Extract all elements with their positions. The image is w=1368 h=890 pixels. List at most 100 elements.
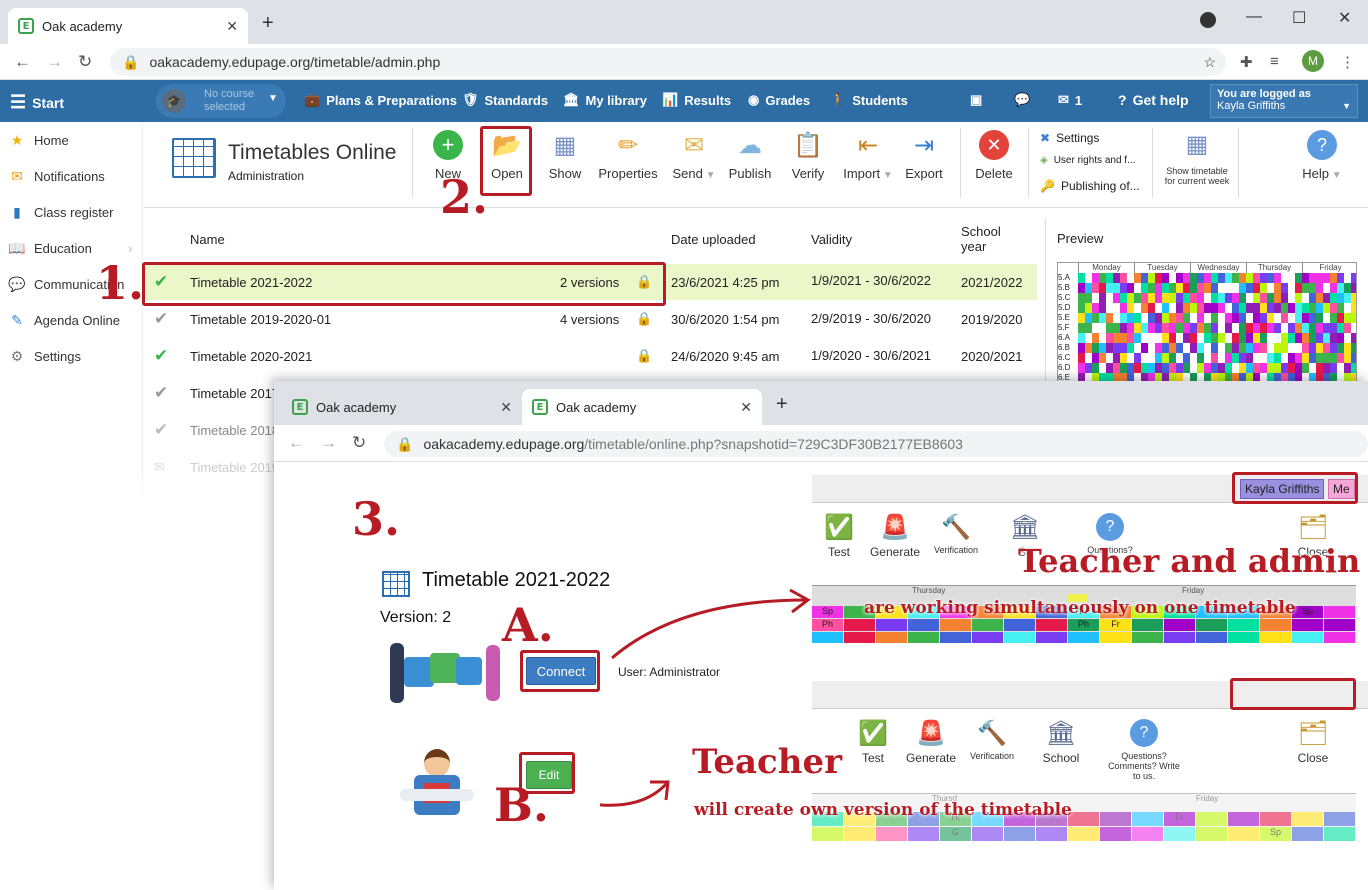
library-icon: 🏛 [563, 92, 580, 107]
preview-class: 5.D [1058, 303, 1071, 312]
close-tab-icon[interactable]: ✕ [740, 399, 752, 416]
profile-menu-icon[interactable] [1200, 12, 1216, 28]
show-button[interactable]: ▦ Show [535, 128, 595, 182]
import-button[interactable]: ⇤ Import ▼ [838, 128, 898, 182]
nav-plans[interactable]: 💼 Plans & Preparations [304, 92, 457, 108]
send-button[interactable]: ✉ Send ▼ [664, 128, 724, 182]
nav-results[interactable]: 📊 Results [662, 92, 731, 108]
course-label: No course selected [204, 88, 255, 113]
preview-class: 5.E [1058, 313, 1071, 322]
properties-button[interactable]: ✏ Properties [596, 128, 660, 182]
edupage-favicon-icon: E [292, 399, 308, 415]
chevron-down-icon: ▼ [268, 93, 278, 104]
maximize-icon[interactable]: ☐ [1292, 8, 1306, 28]
close-window-icon[interactable]: ✕ [1338, 8, 1351, 28]
verification-button-2[interactable]: 🔨 Verification [964, 715, 1020, 762]
siren-icon: 🚨 [916, 719, 946, 747]
sidebar-item-agenda[interactable]: ✎ Agenda Online [8, 312, 120, 329]
timetable-preview[interactable]: Monday Tuesday Wednesday Thursday Friday 5.A… [1057, 262, 1357, 382]
menu-icon[interactable]: ⋮ [1340, 53, 1355, 71]
back-icon[interactable]: ← [14, 52, 31, 72]
export-arrow-icon: ⇥ [913, 131, 935, 159]
help-button[interactable]: ? Help ▼ [1292, 128, 1352, 181]
start-button[interactable]: ☰ Start [10, 92, 64, 113]
check-badge-icon: ✅ [824, 513, 854, 541]
nav-students[interactable]: 🚶 Students [830, 92, 908, 108]
edupage-favicon-icon: E [18, 18, 34, 34]
sidebar-item-class-register[interactable]: ▮ Class register [8, 204, 113, 221]
envelope-icon: ✉ [683, 131, 705, 159]
page-title: Timetables Online [228, 141, 397, 164]
annotation-1: 1. [96, 256, 145, 310]
questions-button-2[interactable]: ? Questions? Comments? Write to us. [1104, 715, 1184, 781]
pencil-icon: ✏ [617, 131, 639, 159]
test-button[interactable]: ✅ Test [814, 509, 864, 560]
publish-button[interactable]: ☁ Publish [720, 128, 780, 182]
help-link[interactable]: ? Get help [1118, 92, 1189, 108]
popup-tab-2[interactable]: E Oak academy ✕ [522, 389, 762, 425]
cast-icon[interactable]: ▣ [970, 92, 982, 108]
extensions-icon[interactable]: ✚ [1240, 53, 1253, 71]
verification-button[interactable]: 🔨 Verification [926, 509, 986, 556]
sidebar-item-notifications[interactable]: ✉ Notifications [8, 168, 105, 185]
new-tab-icon[interactable]: + [262, 12, 274, 35]
siren-icon: 🚨 [880, 513, 910, 541]
reload-icon[interactable]: ↻ [78, 52, 92, 72]
messages-button[interactable]: ✉ 1 [1058, 92, 1082, 108]
user-name: Kayla Griffiths [1217, 100, 1286, 112]
popup-url-field[interactable]: 🔒 oakacademy.edupage.org/timetable/onlin… [384, 431, 1368, 457]
school-button-2[interactable]: 🏛 School [1038, 715, 1084, 766]
close-button-2[interactable]: 🗂 Close [1288, 715, 1338, 766]
popup-tab-1[interactable]: E Oak academy ✕ [282, 389, 522, 425]
sidebar-item-home[interactable]: ★ Home [8, 132, 69, 149]
address-bar: ← → ↻ 🔒 oakacademy.edupage.org/timetable… [0, 44, 1368, 80]
table-row[interactable]: ✔ Timetable 2020-2021 🔒 24/6/2020 9:45 a… [144, 338, 1037, 374]
highlight-empty-users [1230, 678, 1356, 710]
nav-library[interactable]: 🏛 My library [563, 92, 647, 108]
sidebar-item-education[interactable]: 📖 Education › [8, 240, 132, 257]
forward-icon[interactable]: → [320, 433, 337, 453]
publishing-link[interactable]: 🔑 Publishing of... [1040, 179, 1140, 193]
x-circle-icon: ✕ [979, 130, 1009, 160]
avatar[interactable]: M [1302, 50, 1324, 72]
nav-grades[interactable]: ◉ Grades [748, 92, 810, 108]
plus-icon: + [433, 130, 463, 160]
course-selector[interactable]: 🎓 No course selected ▼ [156, 84, 286, 118]
media-icon[interactable]: ≡ [1270, 53, 1279, 70]
url-field[interactable]: 🔒 oakacademy.edupage.org/timetable/admin… [110, 48, 1226, 76]
back-icon[interactable]: ← [288, 433, 305, 453]
close-tab-icon[interactable]: ✕ [226, 18, 238, 35]
bar-chart-icon: 📊 [662, 92, 679, 107]
generate-button[interactable]: 🚨 Generate [868, 509, 922, 560]
delete-button[interactable]: ✕ Delete [964, 128, 1024, 181]
question-icon: ? [1130, 719, 1158, 747]
export-button[interactable]: ⇥ Export [894, 128, 954, 182]
check-badge-icon: ✅ [858, 719, 888, 747]
shield-icon: 🛡 [462, 92, 479, 107]
chat-icon[interactable]: 💬 [1014, 92, 1030, 108]
nav-standards[interactable]: 🛡 Standards [462, 92, 548, 108]
user-rights-link[interactable]: ◈ User rights and f... [1040, 155, 1135, 166]
forward-icon[interactable]: → [46, 52, 63, 72]
verify-button[interactable]: 📋 Verify [778, 128, 838, 182]
user-box[interactable]: You are logged as Kayla Griffiths ▼ [1210, 84, 1358, 118]
sidebar-item-settings[interactable]: ⚙ Settings [8, 348, 81, 365]
settings-link[interactable]: ✖ Settings [1040, 131, 1099, 145]
close-tab-icon[interactable]: ✕ [500, 399, 512, 416]
table-row[interactable]: ✔ Timetable 2019-2020-01 4 versions 🔒 30… [144, 301, 1037, 337]
minimize-icon[interactable]: — [1246, 8, 1262, 26]
generate-button-2[interactable]: 🚨 Generate [904, 715, 958, 766]
new-tab-icon[interactable]: + [776, 393, 788, 416]
sidebar: ★ Home ✉ Notifications ▮ Class register 📖 Ed… [0, 122, 143, 502]
bookmark-star-icon[interactable]: ☆ [1203, 54, 1216, 71]
reload-icon[interactable]: ↻ [352, 433, 366, 453]
timetable-icon [382, 571, 410, 597]
test-button-2[interactable]: ✅ Test [848, 715, 898, 766]
page-subtitle: Administration [228, 169, 305, 183]
preview-class: 5.A [1058, 273, 1071, 282]
highlight-row [142, 262, 666, 306]
show-current-week-button[interactable]: ▦ Show timetable for current week [1162, 130, 1232, 186]
browser-tab[interactable]: E Oak academy ✕ [8, 8, 248, 44]
col-school-year: School year [961, 224, 1001, 254]
annotation-3: 3. [352, 492, 401, 546]
